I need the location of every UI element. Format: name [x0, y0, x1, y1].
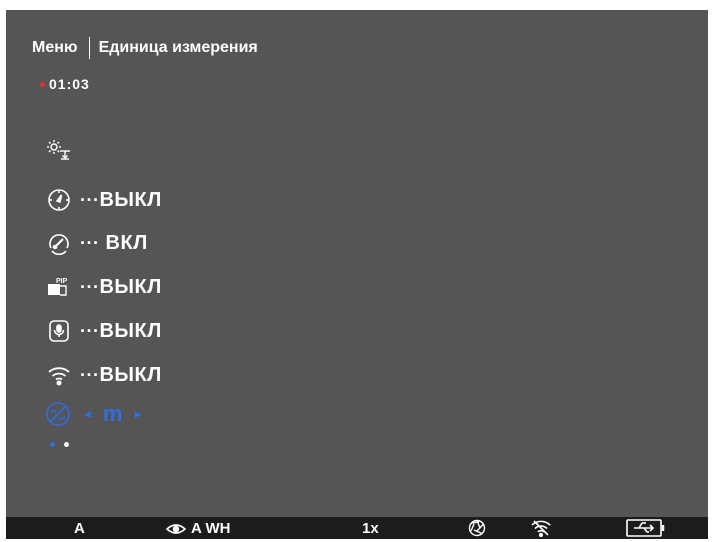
status-bar: A A WH 1x — [6, 517, 708, 539]
menu-item-compass[interactable]: ···ВЫКЛ — [46, 185, 162, 215]
menu-header: Меню Единица измерения — [32, 36, 258, 60]
compass-value: ···ВЫКЛ — [80, 188, 162, 211]
zoom-level: 1x — [362, 520, 379, 537]
svg-text:m: m — [51, 409, 56, 415]
unit-selector[interactable]: m yd ◀ m ▶ — [44, 400, 153, 428]
gauge-icon — [46, 230, 72, 256]
record-dot-icon — [40, 81, 45, 87]
recording-indicator: 01:03 — [40, 76, 90, 92]
device-screen: Меню Единица измерения 01:03 ···ВЫКЛ ···… — [6, 10, 708, 517]
menu-label[interactable]: Меню — [32, 39, 78, 57]
menu-title: Единица измерения — [98, 39, 258, 56]
svg-text:yd: yd — [58, 416, 65, 422]
microphone-value: ···ВЫКЛ — [80, 319, 162, 342]
unit-prev-arrow-icon[interactable]: ◀ — [84, 409, 91, 420]
wifi-icon — [46, 362, 72, 388]
compass-icon — [46, 187, 72, 213]
yards-meters-icon: m yd — [44, 400, 72, 428]
page-dot-1 — [50, 442, 55, 447]
wifi-value: ···ВЫКЛ — [80, 363, 162, 386]
recording-time: 01:03 — [49, 76, 90, 92]
menu-item-calibration[interactable] — [46, 135, 72, 165]
sun-arrow-icon — [46, 137, 72, 163]
page-dot-2 — [64, 442, 69, 447]
pip-value: ···ВЫКЛ — [80, 275, 162, 298]
gauge-value: ··· ВКЛ — [80, 231, 148, 254]
usb-icon — [626, 518, 666, 542]
header-divider — [88, 37, 90, 59]
menu-item-wifi[interactable]: ···ВЫКЛ — [46, 360, 162, 390]
menu-item-pip[interactable]: PIP ···ВЫКЛ — [46, 272, 162, 302]
wifi-off-icon — [531, 519, 551, 541]
view-mode-label: A WH — [191, 520, 231, 537]
view-mode: A WH — [166, 520, 230, 537]
menu-item-microphone[interactable]: ···ВЫКЛ — [46, 316, 162, 346]
page-indicator — [50, 442, 78, 447]
eye-icon — [166, 523, 186, 534]
menu-item-gauge[interactable]: ··· ВКЛ — [46, 228, 148, 258]
unit-next-arrow-icon[interactable]: ▶ — [134, 409, 141, 420]
mode-label: A — [74, 520, 85, 537]
aperture-icon — [468, 519, 486, 541]
pip-icon: PIP — [46, 274, 72, 300]
svg-text:PIP: PIP — [56, 278, 68, 285]
microphone-icon — [46, 318, 72, 344]
unit-value: m — [102, 401, 123, 426]
